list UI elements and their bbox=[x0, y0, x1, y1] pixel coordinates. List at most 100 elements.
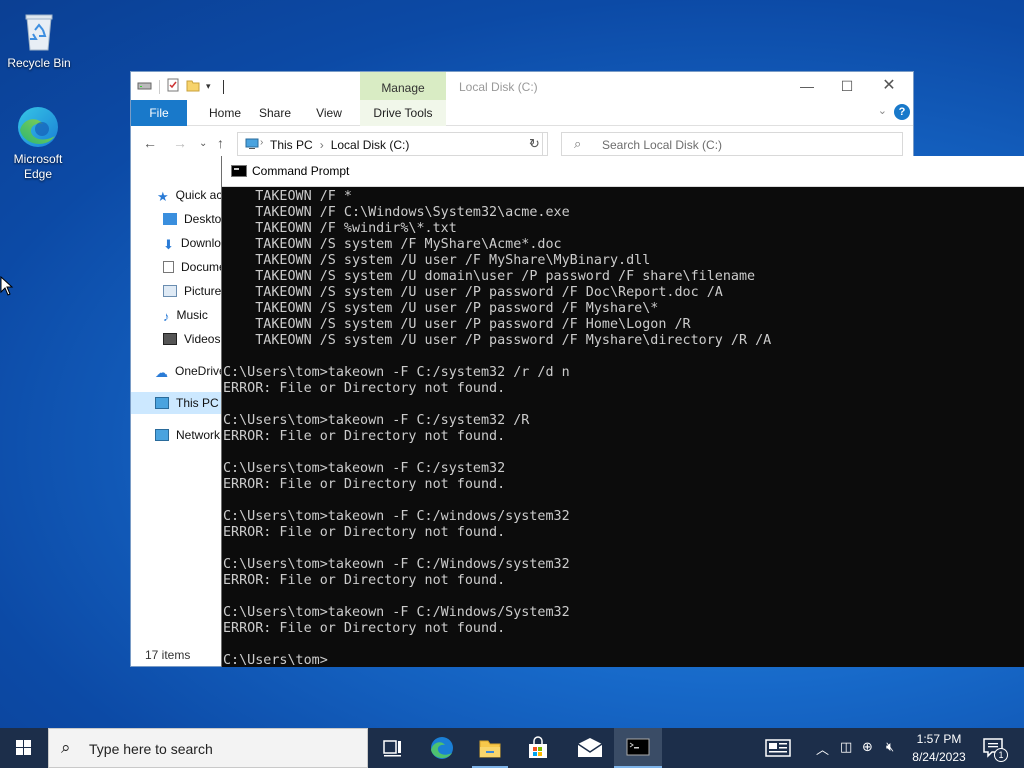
recent-locations-icon[interactable]: ⌄ bbox=[199, 138, 207, 149]
console-line: C:\Users\tom>takeown -F C:/system32 /r /… bbox=[223, 365, 570, 380]
minimize-button[interactable]: — bbox=[787, 76, 827, 98]
edge-icon bbox=[431, 737, 453, 759]
nav-item-videos[interactable]: Videos bbox=[131, 328, 223, 350]
breadcrumb-separator-icon: › bbox=[319, 138, 324, 152]
command-prompt-window[interactable]: Command Prompt TAKEOWN /F * TAKEOWN /F C… bbox=[221, 156, 1024, 667]
console-line: C:\Users\tom>takeown -F C:/system32 bbox=[223, 461, 506, 476]
console-line: ERROR: File or Directory not found. bbox=[223, 573, 506, 588]
breadcrumb: This PC › Local Disk (C:) bbox=[270, 138, 409, 152]
notifications-button[interactable]: 1 bbox=[980, 728, 1024, 768]
console-line: TAKEOWN /S system /U user /P password /F… bbox=[223, 333, 772, 348]
address-box[interactable]: › This PC › Local Disk (C:) ⌄ bbox=[237, 132, 543, 156]
console-line: C:\Users\tom>takeown -F C:/system32 /R bbox=[223, 413, 530, 428]
nav-item-quick-access[interactable]: ★Quick access bbox=[131, 184, 223, 206]
nav-item-music[interactable]: ♪ Music bbox=[131, 304, 223, 326]
show-hidden-icons-chevron-icon[interactable]: ︿ bbox=[816, 739, 829, 758]
edge-desktop-icon[interactable]: Microsoft Edge bbox=[0, 104, 76, 182]
cmd-titlebar[interactable]: Command Prompt bbox=[222, 156, 1024, 187]
cmd-title: Command Prompt bbox=[252, 164, 350, 178]
refresh-button[interactable]: ↻ bbox=[522, 132, 548, 156]
clock-date[interactable]: 8/24/2023 bbox=[906, 750, 972, 764]
cloud-icon: ☁ bbox=[155, 365, 168, 380]
this-pc-small-icon bbox=[244, 138, 260, 153]
customize-toolbar-icon[interactable]: ▾ bbox=[206, 81, 211, 92]
download-icon: ⬇ bbox=[163, 237, 174, 252]
nav-item-documents[interactable]: Documents bbox=[131, 256, 223, 278]
taskbar-store-button[interactable] bbox=[514, 728, 562, 768]
maximize-button[interactable]: ☐ bbox=[827, 76, 867, 98]
store-bag-icon bbox=[529, 736, 547, 758]
taskbar: ⌕ Type here to search ︿ ◫ ⊕ 🔇︎ 1:57 PM 8… bbox=[0, 728, 1024, 768]
nav-item-onedrive[interactable]: ☁ OneDrive bbox=[131, 360, 223, 382]
window-title: Local Disk (C:) bbox=[459, 80, 538, 94]
up-arrow-icon[interactable]: ↑ bbox=[217, 135, 224, 151]
clock-time[interactable]: 1:57 PM bbox=[906, 732, 972, 746]
status-item-count: 17 items bbox=[145, 648, 191, 662]
nav-item-network[interactable]: Network bbox=[131, 424, 223, 446]
recycle-bin-icon bbox=[16, 8, 62, 54]
explorer-titlebar[interactable]: ▾ Manage Local Disk (C:) — ☐ ✕ bbox=[131, 72, 913, 100]
console-output[interactable]: TAKEOWN /F * TAKEOWN /F C:\Windows\Syste… bbox=[223, 187, 1024, 667]
windows-logo-icon bbox=[16, 740, 31, 755]
console-line: TAKEOWN /S system /F MyShare\Acme*.doc bbox=[223, 237, 562, 252]
tab-share[interactable]: Share bbox=[253, 100, 297, 126]
properties-icon[interactable] bbox=[166, 78, 180, 95]
folder-icon bbox=[479, 740, 501, 758]
tab-drive-tools[interactable]: Drive Tools bbox=[360, 100, 446, 126]
console-line: ERROR: File or Directory not found. bbox=[223, 429, 506, 444]
cmd-icon bbox=[626, 738, 650, 756]
taskbar-mail-button[interactable] bbox=[566, 728, 614, 768]
ribbon-tabs: File Home Share View Drive Tools ⌄ ? bbox=[131, 100, 913, 126]
cmd-app-icon bbox=[231, 165, 247, 177]
drive-icon bbox=[137, 79, 153, 94]
start-button[interactable] bbox=[0, 728, 48, 768]
news-widget-button[interactable] bbox=[756, 728, 800, 768]
star-icon: ★ bbox=[157, 189, 169, 204]
console-line: TAKEOWN /S system /U user /P password /F… bbox=[223, 285, 723, 300]
expand-ribbon-icon[interactable]: ⌄ bbox=[878, 104, 887, 117]
tab-view[interactable]: View bbox=[307, 100, 351, 126]
breadcrumb-chevron-icon: › bbox=[260, 137, 264, 148]
close-button[interactable]: ✕ bbox=[869, 76, 909, 98]
meet-now-icon[interactable]: ◫ bbox=[840, 739, 852, 755]
network-globe-icon[interactable]: ⊕ bbox=[862, 739, 873, 755]
new-folder-icon[interactable] bbox=[186, 78, 200, 95]
nav-item-desktop[interactable]: Desktop bbox=[131, 208, 223, 230]
tab-home[interactable]: Home bbox=[197, 100, 253, 126]
search-placeholder: Search Local Disk (C:) bbox=[602, 138, 723, 152]
taskbar-edge-button[interactable] bbox=[418, 728, 466, 768]
search-input[interactable]: ⌕ Search Local Disk (C:) bbox=[561, 132, 903, 156]
edge-label-line1: Microsoft bbox=[13, 152, 63, 166]
search-icon: ⌕ bbox=[61, 738, 71, 757]
recycle-bin-desktop-icon[interactable]: Recycle Bin bbox=[1, 8, 77, 71]
console-line: C:\Users\tom>takeown -F C:/Windows/Syste… bbox=[223, 605, 570, 620]
tab-file[interactable]: File bbox=[131, 100, 187, 126]
volume-muted-icon[interactable]: 🔇︎ bbox=[886, 739, 894, 755]
network-icon bbox=[155, 429, 169, 441]
console-line: TAKEOWN /S system /U user /P password /F… bbox=[223, 317, 691, 332]
task-view-button[interactable] bbox=[368, 728, 416, 768]
manage-context-tab[interactable]: Manage bbox=[360, 72, 446, 100]
back-arrow-icon[interactable]: ← bbox=[143, 135, 157, 151]
mouse-cursor-icon bbox=[0, 275, 14, 299]
pictures-icon bbox=[163, 285, 177, 297]
help-icon[interactable]: ? bbox=[894, 104, 910, 120]
taskbar-search-input[interactable]: ⌕ Type here to search bbox=[48, 728, 368, 768]
taskbar-cmd-button[interactable] bbox=[614, 728, 662, 768]
console-line: ERROR: File or Directory not found. bbox=[223, 477, 506, 492]
forward-arrow-icon[interactable]: → bbox=[173, 135, 187, 151]
nav-item-this-pc[interactable]: This PC bbox=[131, 392, 223, 414]
taskbar-file-explorer-button[interactable] bbox=[466, 728, 514, 768]
nav-item-pictures[interactable]: Pictures bbox=[131, 280, 223, 302]
breadcrumb-this-pc[interactable]: This PC bbox=[270, 138, 313, 152]
console-line: ERROR: File or Directory not found. bbox=[223, 621, 506, 636]
breadcrumb-local-disk[interactable]: Local Disk (C:) bbox=[331, 138, 410, 152]
nav-item-downloads[interactable]: ⬇Downloads bbox=[131, 232, 223, 254]
console-line: TAKEOWN /F %windir%\*.txt bbox=[223, 221, 457, 236]
edge-label-line2: Edge bbox=[23, 167, 53, 181]
